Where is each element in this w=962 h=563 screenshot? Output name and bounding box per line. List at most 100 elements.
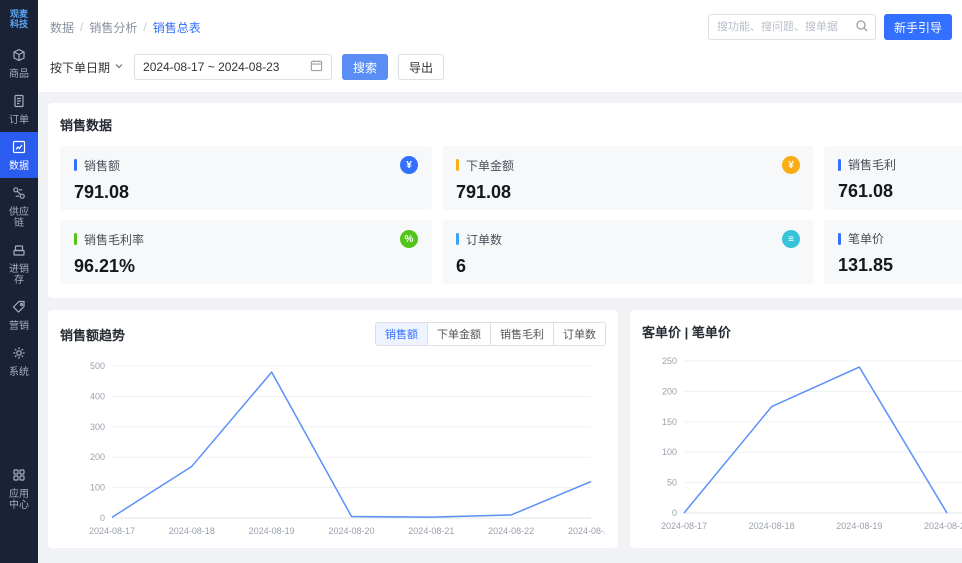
stat-card-gross-margin: 销售毛利率 % 96.21%	[60, 220, 432, 284]
svg-text:2024-08-17: 2024-08-17	[661, 521, 707, 531]
sales-trend-chart: 01002003004005002024-08-172024-08-182024…	[60, 354, 605, 542]
date-range-input[interactable]: 2024-08-17 ~ 2024-08-23	[134, 54, 332, 80]
app-grid-icon	[11, 467, 27, 486]
percent-icon: %	[400, 230, 418, 248]
svg-text:2024-08-18: 2024-08-18	[169, 526, 215, 536]
stat-card-gross-profit: 销售毛利 761.08	[824, 146, 962, 210]
svg-text:0: 0	[672, 508, 677, 518]
accent-bar	[838, 233, 841, 245]
logo[interactable]: 观麦科技	[6, 9, 32, 30]
svg-text:200: 200	[90, 452, 105, 462]
accent-bar	[456, 159, 459, 171]
sidebar-item-label: 营销	[7, 321, 31, 332]
sidebar-item-label: 系统	[7, 367, 31, 378]
sidebar-item-label: 订单	[7, 115, 31, 126]
stat-value: 791.08	[456, 182, 800, 203]
chevron-down-icon	[114, 60, 124, 74]
svg-text:150: 150	[662, 417, 677, 427]
svg-text:100: 100	[662, 447, 677, 457]
sidebar-item-system[interactable]: 系统	[0, 338, 38, 384]
price-trend-card: 客单价 | 笔单价 0 50 100 150 200 250 2024-08-17 2024-…	[630, 310, 962, 548]
stat-label: 下单金额	[466, 157, 514, 174]
topbar: 数据 销售分析 销售总表 新手引导	[38, 0, 962, 46]
sales-data-panel: 销售数据 销售额 ¥ 791.08 下单金额 ¥ 791.08	[48, 103, 962, 298]
breadcrumb: 数据 销售分析 销售总表	[50, 19, 201, 36]
svg-text:2024-08-20: 2024-08-20	[328, 526, 374, 536]
tab-order-count[interactable]: 订单数	[553, 323, 605, 345]
breadcrumb-item[interactable]: 数据	[50, 19, 74, 36]
inventory-icon	[11, 242, 27, 261]
main-area: 数据 销售分析 销售总表 新手引导 按下单日期	[38, 0, 962, 563]
svg-text:50: 50	[667, 478, 677, 488]
svg-text:200: 200	[662, 386, 677, 396]
tab-gross-profit[interactable]: 销售毛利	[490, 323, 553, 345]
gear-icon	[11, 345, 27, 364]
stats-grid: 销售额 ¥ 791.08 下单金额 ¥ 791.08 销售毛利	[60, 146, 962, 284]
stat-card-sales-amount: 销售额 ¥ 791.08	[60, 146, 432, 210]
box-icon	[11, 47, 27, 66]
document-icon	[11, 93, 27, 112]
topbar-right: 新手引导	[708, 14, 952, 40]
stat-value: 791.08	[74, 182, 418, 203]
search-icon[interactable]	[855, 19, 869, 36]
stat-label: 销售毛利	[848, 156, 896, 173]
stat-label: 销售毛利率	[84, 231, 144, 248]
metric-tabs: 销售额 下单金额 销售毛利 订单数	[375, 322, 606, 346]
date-type-dropdown[interactable]: 按下单日期	[50, 59, 124, 76]
sidebar-item-label: 应用中心	[7, 489, 31, 511]
coin-icon: ¥	[782, 156, 800, 174]
sidebar-item-data[interactable]: 数据	[0, 132, 38, 178]
stat-label: 笔单价	[848, 230, 884, 247]
sidebar-item-marketing[interactable]: 营销	[0, 292, 38, 338]
content: 销售数据 销售额 ¥ 791.08 下单金额 ¥ 791.08	[38, 93, 962, 563]
sidebar-item-orders[interactable]: 订单	[0, 86, 38, 132]
search-button[interactable]: 搜索	[342, 54, 388, 80]
breadcrumb-item[interactable]: 销售分析	[89, 19, 137, 36]
search-input[interactable]	[717, 21, 855, 33]
sidebar-item-supply-chain[interactable]: 供应链	[0, 178, 38, 235]
chart-title: 销售额趋势	[60, 325, 125, 344]
stat-label: 订单数	[466, 231, 502, 248]
charts-row: 销售额趋势 销售额 下单金额 销售毛利 订单数 0100200300400500…	[48, 310, 952, 548]
sidebar-item-label: 进销存	[7, 264, 31, 286]
svg-text:0: 0	[100, 513, 105, 523]
sidebar-item-inventory[interactable]: 进销存	[0, 235, 38, 292]
chart-header: 客单价 | 笔单价	[642, 322, 962, 341]
export-button[interactable]: 导出	[398, 54, 444, 80]
stat-value: 6	[456, 256, 800, 277]
svg-text:400: 400	[90, 391, 105, 401]
sidebar: 观麦科技 商品 订单 数据 供应链	[0, 0, 38, 563]
accent-bar	[838, 159, 841, 171]
svg-text:500: 500	[90, 361, 105, 371]
breadcrumb-item-current: 销售总表	[153, 19, 201, 36]
tag-icon	[11, 299, 27, 318]
accent-bar	[74, 233, 77, 245]
svg-text:2024-08-22: 2024-08-22	[488, 526, 534, 536]
svg-text:2024-08-17: 2024-08-17	[89, 526, 135, 536]
stat-value: 761.08	[838, 181, 962, 202]
tab-order-amount[interactable]: 下单金额	[427, 323, 490, 345]
stat-card-order-count: 订单数 ≡ 6	[442, 220, 814, 284]
svg-text:100: 100	[90, 483, 105, 493]
guide-button[interactable]: 新手引导	[884, 14, 952, 40]
global-search[interactable]	[708, 14, 876, 40]
accent-bar	[456, 233, 459, 245]
filter-bar: 按下单日期 2024-08-17 ~ 2024-08-23 搜索 导出	[38, 46, 962, 93]
svg-text:2024-08-23: 2024-08-23	[568, 526, 605, 536]
sidebar-item-label: 数据	[7, 161, 31, 172]
sales-trend-card: 销售额趋势 销售额 下单金额 销售毛利 订单数 0100200300400500…	[48, 310, 618, 548]
svg-text:250: 250	[662, 356, 677, 366]
svg-text:2024-08-21: 2024-08-21	[408, 526, 454, 536]
svg-text:2024-08-19: 2024-08-19	[836, 521, 882, 531]
date-type-label: 按下单日期	[50, 59, 110, 76]
tab-sales-amount[interactable]: 销售额	[376, 323, 427, 345]
stat-card-per-order-price: 笔单价 131.85	[824, 220, 962, 284]
stat-value: 96.21%	[74, 256, 418, 277]
sidebar-item-products[interactable]: 商品	[0, 40, 38, 86]
page: 观麦科技 商品 订单 数据 供应链	[0, 0, 962, 563]
sidebar-item-app-center[interactable]: 应用中心	[0, 460, 38, 517]
chart-header: 销售额趋势 销售额 下单金额 销售毛利 订单数	[60, 322, 606, 346]
svg-text:2024-08-19: 2024-08-19	[249, 526, 295, 536]
sidebar-item-label: 供应链	[7, 207, 31, 229]
chart-icon	[11, 139, 27, 158]
